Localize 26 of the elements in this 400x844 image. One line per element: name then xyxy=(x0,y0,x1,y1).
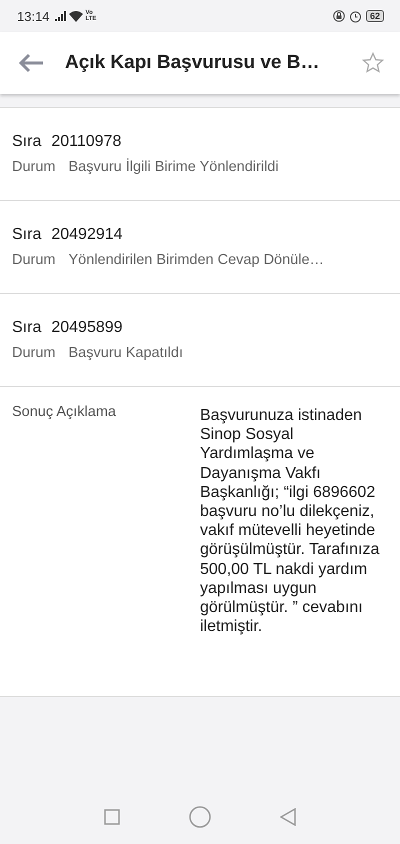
sira-label: Sıra xyxy=(12,226,42,244)
recents-button[interactable] xyxy=(104,809,120,825)
sira-number: 20110978 xyxy=(51,133,122,151)
durum-value: Yönlendirilen Birimden Cevap Dönüle… xyxy=(68,252,324,268)
durum-value: Başvuru İlgili Birime Yönlendirildi xyxy=(68,159,279,175)
clock: 13:14 xyxy=(17,8,50,24)
favorite-button[interactable] xyxy=(362,52,384,74)
back-button[interactable] xyxy=(18,53,44,73)
sira-label: Sıra xyxy=(12,133,42,151)
durum-value: Başvuru Kapatıldı xyxy=(68,345,183,361)
lock-icon xyxy=(332,10,345,22)
home-button[interactable] xyxy=(188,806,211,828)
signal-icon xyxy=(54,11,67,21)
result-text: Başvurunuza istinaden Sinop Sosyal Yardımlaşma ve Dayanışma Vakfı Başkanlığı; “ilgi 6896602 başvuru no’lu dilekçeniz, vakıf mütevelli heyetinde görüşülmüştür. Tarafınıza 500,00 TL nakdi yardım yapılması uygun görülmüştür. ” cevabını iletmiştir. xyxy=(200,406,380,638)
back-nav-button[interactable] xyxy=(280,808,296,826)
sira-label: Sıra xyxy=(12,319,42,337)
durum-label: Durum xyxy=(12,345,56,361)
sira-number: 20495899 xyxy=(51,319,123,337)
wifi-icon xyxy=(68,10,83,22)
battery-icon: 62 xyxy=(366,10,384,22)
sira-number: 20492914 xyxy=(51,226,123,244)
durum-label: Durum xyxy=(12,159,56,175)
alarm-icon xyxy=(348,10,362,22)
page-title: Açık Kapı Başvurusu ve B… xyxy=(65,52,320,74)
durum-label: Durum xyxy=(12,252,56,268)
result-label: Sonuç Açıklama xyxy=(12,404,117,422)
